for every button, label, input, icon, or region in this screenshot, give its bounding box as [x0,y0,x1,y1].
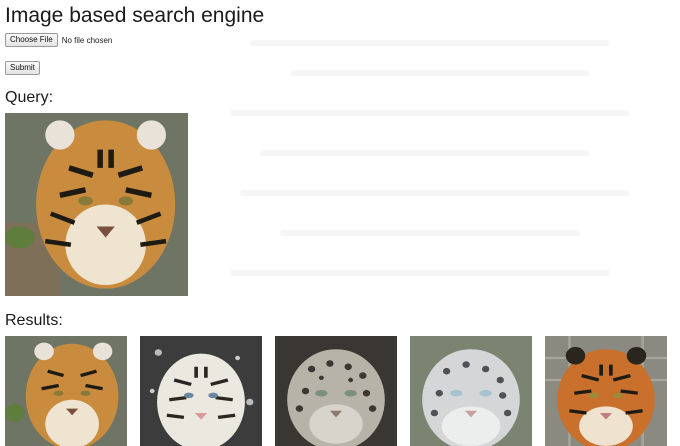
tiger-face-image [5,336,127,446]
file-status-text: No file chosen [61,35,113,45]
page-title: Image based search engine [5,4,265,27]
choose-file-button[interactable]: Choose File [5,33,58,47]
submit-button[interactable]: Submit [5,61,40,75]
result-image[interactable] [545,336,667,446]
query-image [5,113,188,296]
snow-leopard-face-image [410,336,532,446]
result-image[interactable] [5,336,127,446]
result-image[interactable] [275,336,397,446]
snow-leopard-face-image [275,336,397,446]
file-input[interactable]: Choose File No file chosen [5,33,112,47]
results-heading: Results: [5,312,63,329]
result-image[interactable] [140,336,262,446]
white-tiger-face-image [140,336,262,446]
result-image[interactable] [410,336,532,446]
query-heading: Query: [5,89,54,106]
tiger-face-image [545,336,667,446]
tiger-face-image [5,113,188,296]
